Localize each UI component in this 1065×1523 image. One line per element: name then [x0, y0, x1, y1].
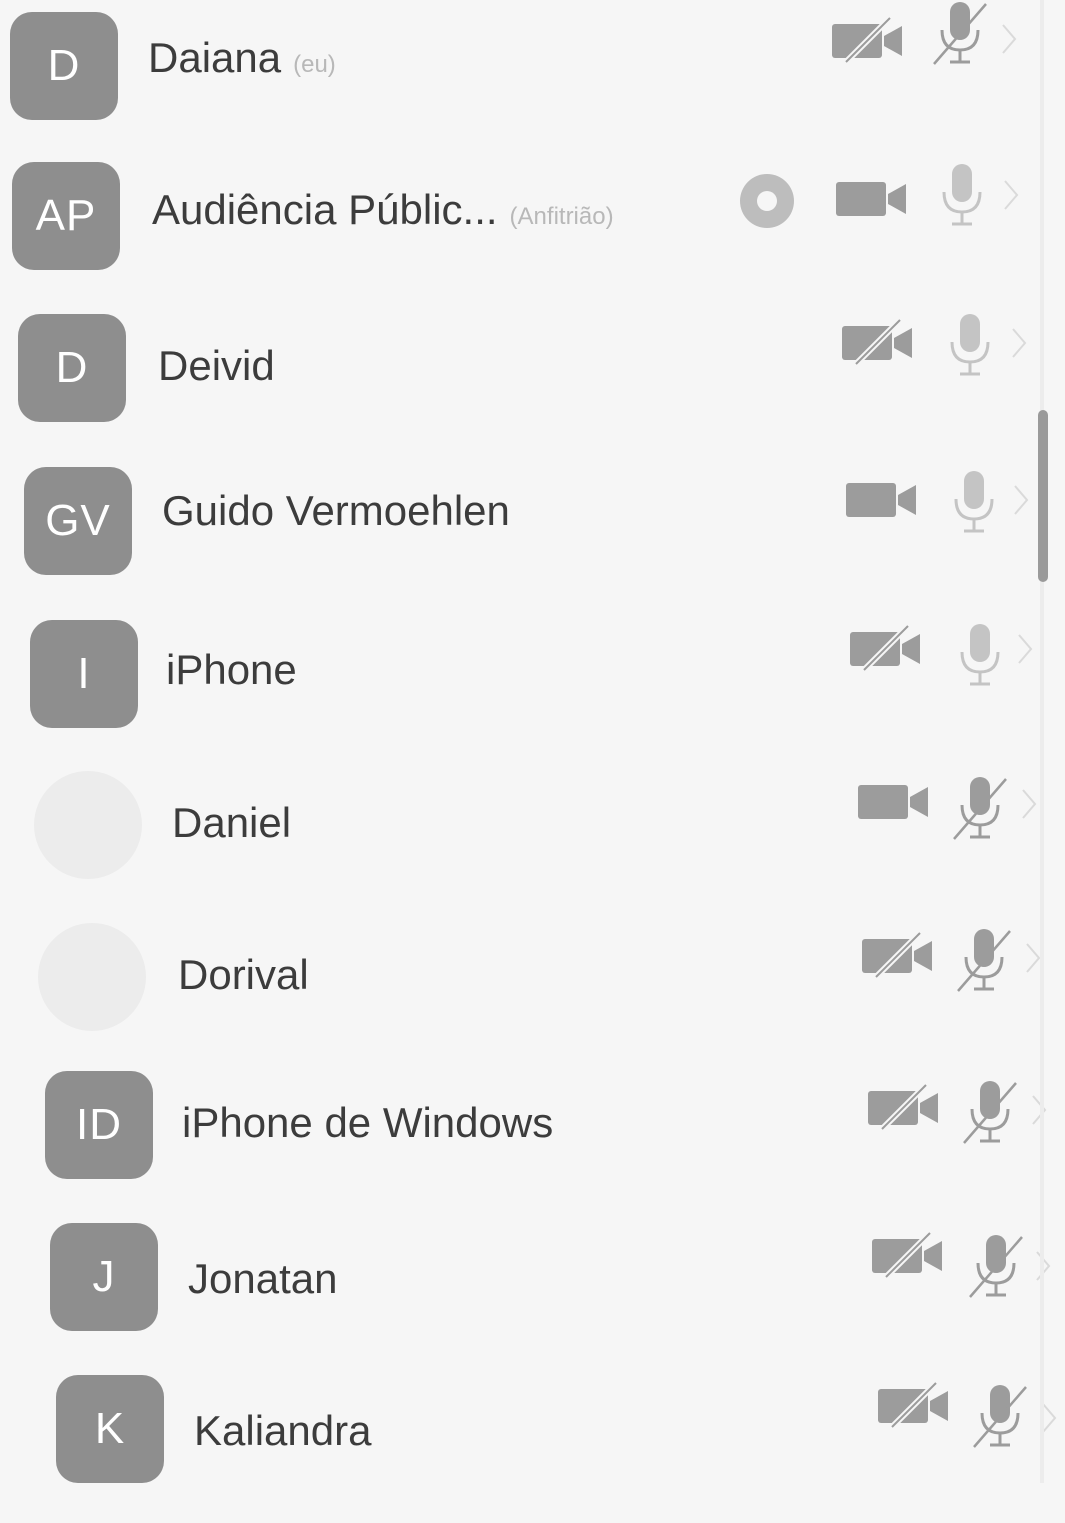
participant-row[interactable]: Daniel	[0, 763, 1065, 915]
participant-name-text: Kaliandra	[194, 1407, 372, 1454]
participant-name-text: Deivid	[158, 342, 275, 389]
avatar: GV	[24, 467, 132, 575]
participant-name: Guido Vermoehlen	[162, 487, 510, 535]
participant-name-text: Audiência Públic...	[152, 186, 498, 233]
participant-row[interactable]: D Deivid	[0, 306, 1065, 458]
video-camera-icon	[844, 475, 920, 523]
microphone-icon	[950, 622, 1010, 690]
mic-muted-icon	[950, 775, 1010, 843]
video-off-icon	[860, 930, 936, 980]
video-camera-icon	[856, 777, 932, 825]
mic-muted-icon	[960, 1079, 1020, 1147]
avatar	[38, 923, 146, 1031]
participant-name-text: Jonatan	[188, 1255, 338, 1302]
participant-name: Daiana (eu)	[148, 34, 336, 82]
video-camera-icon	[834, 174, 910, 222]
avatar: I	[30, 620, 138, 728]
video-off-icon	[870, 1230, 946, 1280]
participant-row[interactable]: GV Guido Vermoehlen	[0, 457, 1065, 609]
participant-name-text: Daiana	[148, 34, 282, 81]
participant-name: Dorival	[178, 951, 309, 999]
video-off-icon	[830, 15, 906, 65]
video-off-icon	[866, 1082, 942, 1132]
participant-name-text: Guido Vermoehlen	[162, 487, 510, 534]
scrollbar-thumb[interactable]	[1038, 410, 1048, 582]
participant-name-text: iPhone de Windows	[182, 1099, 554, 1146]
mic-muted-icon	[966, 1233, 1026, 1301]
participant-name-text: iPhone	[166, 646, 297, 693]
chevron-right-icon[interactable]	[1016, 632, 1034, 666]
participant-name: Daniel	[172, 799, 291, 847]
participant-row[interactable]: K Kaliandra	[0, 1371, 1065, 1523]
avatar: D	[10, 12, 118, 120]
avatar: AP	[12, 162, 120, 270]
mic-muted-icon	[970, 1383, 1030, 1451]
participant-name: iPhone	[166, 646, 297, 694]
participant-name: Audiência Públic... (Anfitrião)	[152, 186, 614, 234]
scroll-track	[1040, 0, 1044, 1483]
participant-name-text: Daniel	[172, 799, 292, 846]
avatar	[34, 771, 142, 879]
video-off-icon	[848, 623, 924, 673]
participant-name: Jonatan	[188, 1255, 337, 1303]
participant-name: Kaliandra	[194, 1407, 371, 1455]
chevron-right-icon[interactable]	[1000, 22, 1018, 56]
participant-role-tag: (eu)	[293, 51, 336, 78]
chevron-right-icon[interactable]	[1002, 178, 1020, 212]
avatar: D	[18, 314, 126, 422]
avatar: ID	[45, 1071, 153, 1179]
screen-share-icon	[740, 174, 794, 228]
avatar: K	[56, 1375, 164, 1483]
participant-role-tag: (Anfitrião)	[509, 203, 614, 230]
participant-row[interactable]: IiPhone	[0, 610, 1065, 762]
participant-row[interactable]: ID iPhone de Windows	[0, 1067, 1065, 1219]
participant-name: Deivid	[158, 342, 275, 390]
mic-muted-icon	[930, 0, 990, 68]
chevron-right-icon[interactable]	[1030, 1093, 1048, 1127]
avatar: J	[50, 1223, 158, 1331]
participant-name: iPhone de Windows	[182, 1099, 553, 1147]
microphone-icon	[944, 469, 1004, 537]
video-off-icon	[876, 1380, 952, 1430]
mic-muted-icon	[954, 927, 1014, 995]
participant-row[interactable]: Dorival	[0, 915, 1065, 1067]
participant-row[interactable]: AP Audiência Públic... (Anfitrião)	[0, 152, 1065, 304]
chevron-right-icon[interactable]	[1012, 483, 1030, 517]
participant-row[interactable]: D Daiana (eu)	[0, 0, 1065, 152]
participant-row[interactable]: J Jonatan	[0, 1219, 1065, 1371]
microphone-icon	[932, 162, 992, 230]
chevron-right-icon[interactable]	[1020, 787, 1038, 821]
chevron-right-icon[interactable]	[1010, 326, 1028, 360]
participant-name-text: Dorival	[178, 951, 309, 998]
microphone-icon	[940, 312, 1000, 380]
video-off-icon	[840, 317, 916, 367]
participants-list: D Daiana (eu) AP Audiência Públic... (Anfitr…	[0, 0, 1065, 1483]
